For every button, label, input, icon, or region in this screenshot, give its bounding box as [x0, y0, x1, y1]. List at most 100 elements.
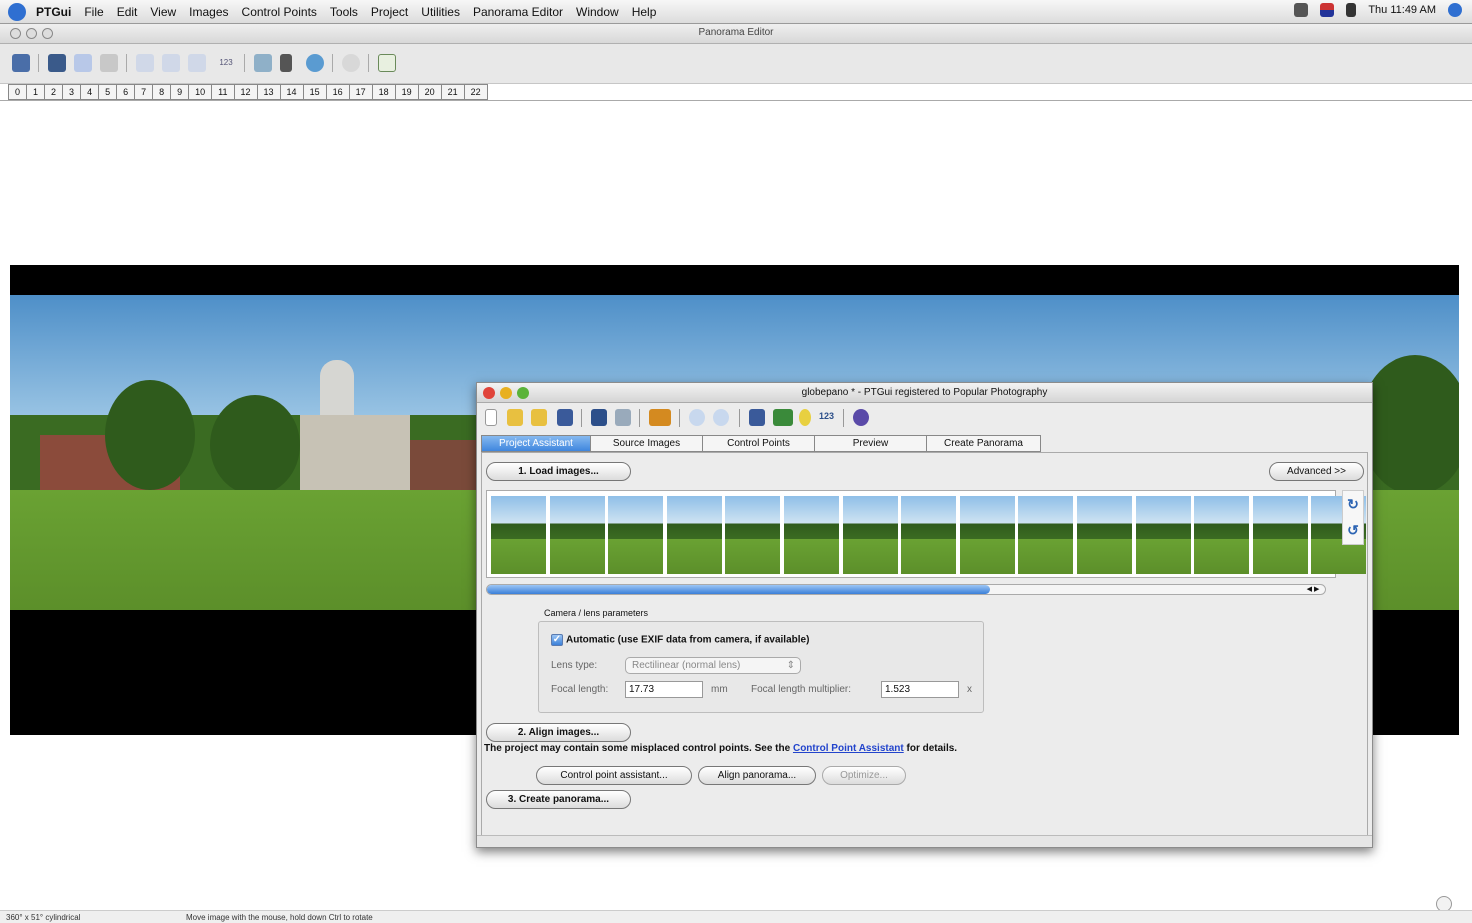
- rotate-counterclockwise-icon[interactable]: ↺: [1343, 517, 1363, 543]
- multiplier-field[interactable]: 1.523: [881, 681, 959, 698]
- grid-icon[interactable]: [100, 54, 118, 72]
- image-tab[interactable]: 18: [372, 84, 396, 100]
- image-thumbnail[interactable]: [1077, 496, 1132, 574]
- thumbnail-scrollbar[interactable]: [486, 584, 1326, 595]
- menu-project[interactable]: Project: [371, 5, 408, 19]
- menu-panorama-editor[interactable]: Panorama Editor: [473, 5, 563, 19]
- numbers-icon[interactable]: 123: [819, 411, 834, 421]
- image-thumbnail[interactable]: [901, 496, 957, 574]
- menu-view[interactable]: View: [150, 5, 176, 19]
- zoom-out-icon[interactable]: [713, 409, 729, 426]
- image-tab[interactable]: 0: [8, 84, 28, 100]
- tab-create-panorama[interactable]: Create Panorama: [927, 435, 1041, 452]
- tab-project-assistant[interactable]: Project Assistant: [481, 435, 591, 452]
- eye-icon[interactable]: [342, 54, 360, 72]
- undo-icon[interactable]: [591, 409, 607, 426]
- image-thumbnail[interactable]: [1135, 496, 1191, 574]
- menu-tools[interactable]: Tools: [330, 5, 358, 19]
- automatic-checkbox-row[interactable]: ✓ Automatic (use EXIF data from camera, i…: [551, 634, 809, 646]
- lens-type-select[interactable]: Rectilinear (normal lens) ⇕: [625, 657, 801, 674]
- layers-icon[interactable]: [48, 54, 66, 72]
- image-thumbnail-strip[interactable]: [486, 490, 1367, 578]
- image-thumbnail[interactable]: [1018, 496, 1074, 574]
- create-panorama-button[interactable]: 3. Create panorama...: [486, 790, 631, 809]
- image-tab[interactable]: 5: [99, 84, 118, 100]
- scrollbar-thumb[interactable]: [487, 585, 990, 594]
- page-icon[interactable]: [280, 54, 292, 72]
- scroll-arrows-icon[interactable]: ◀ ▶: [1300, 584, 1326, 595]
- control-point-assistant-link[interactable]: Control Point Assistant: [793, 743, 904, 754]
- image-thumbnail[interactable]: [491, 496, 546, 574]
- open-project-icon[interactable]: [507, 409, 523, 426]
- image-thumbnail[interactable]: [666, 496, 722, 574]
- image-tab[interactable]: 7: [135, 84, 154, 100]
- image-tab[interactable]: 10: [189, 84, 213, 100]
- rotate-clockwise-icon[interactable]: ↻: [1343, 491, 1363, 517]
- image-thumbnail[interactable]: [725, 496, 781, 574]
- menu-file[interactable]: File: [84, 5, 103, 19]
- new-project-icon[interactable]: [485, 409, 497, 426]
- apple-menu-icon[interactable]: [8, 2, 26, 21]
- image-tab[interactable]: 9: [171, 84, 190, 100]
- image-thumbnail[interactable]: [608, 496, 664, 574]
- redo-icon[interactable]: [615, 409, 631, 426]
- preview-icon[interactable]: [254, 54, 272, 72]
- checkbox-checked-icon[interactable]: ✓: [551, 634, 563, 646]
- align-images-button[interactable]: 2. Align images...: [486, 723, 631, 742]
- menu-utilities[interactable]: Utilities: [421, 5, 460, 19]
- image-tab[interactable]: 2: [45, 84, 64, 100]
- image-tab[interactable]: 20: [418, 84, 442, 100]
- lightbulb-icon[interactable]: [799, 409, 811, 426]
- image-tab[interactable]: 1: [27, 84, 46, 100]
- menu-help[interactable]: Help: [632, 5, 657, 19]
- display-icon[interactable]: [1294, 3, 1309, 17]
- save-icon[interactable]: [557, 409, 573, 426]
- align-panorama-button[interactable]: Align panorama...: [698, 766, 816, 785]
- image-thumbnail[interactable]: [1252, 496, 1308, 574]
- tools-icon[interactable]: [649, 409, 671, 426]
- image-tab[interactable]: 22: [464, 84, 488, 100]
- tab-preview[interactable]: Preview: [815, 435, 927, 452]
- source-images-icon[interactable]: [12, 54, 30, 72]
- flag-icon[interactable]: [1320, 3, 1335, 17]
- image-tab[interactable]: 14: [280, 84, 304, 100]
- image-tab[interactable]: 15: [303, 84, 327, 100]
- layers-outline-icon[interactable]: [74, 54, 92, 72]
- image-tab[interactable]: 4: [81, 84, 100, 100]
- zoom-in-icon[interactable]: [689, 409, 705, 426]
- menu-images[interactable]: Images: [189, 5, 228, 19]
- tab-control-points[interactable]: Control Points: [703, 435, 815, 452]
- image-thumbnail[interactable]: [549, 496, 605, 574]
- window-icon[interactable]: [378, 54, 396, 72]
- image-thumbnail[interactable]: [842, 496, 898, 574]
- spotlight-icon[interactable]: [1448, 3, 1462, 17]
- image-tab[interactable]: 11: [212, 84, 235, 100]
- straighten-icon[interactable]: [188, 54, 206, 72]
- image-tab[interactable]: 16: [326, 84, 350, 100]
- globe-icon[interactable]: [306, 54, 324, 72]
- menu-window[interactable]: Window: [576, 5, 619, 19]
- menu-control-points[interactable]: Control Points: [242, 5, 317, 19]
- user-icon[interactable]: [1346, 3, 1357, 17]
- numbers-icon[interactable]: 123: [214, 54, 238, 72]
- optimize-button[interactable]: Optimize...: [822, 766, 906, 785]
- automatic-checkbox-label[interactable]: Automatic (use EXIF data from camera, if…: [566, 635, 809, 646]
- menubar-clock[interactable]: Thu 11:49 AM: [1368, 4, 1436, 16]
- image-thumbnail[interactable]: [959, 496, 1015, 574]
- menu-edit[interactable]: Edit: [117, 5, 138, 19]
- image-thumbnail[interactable]: [1194, 496, 1250, 574]
- open-recent-icon[interactable]: [531, 409, 547, 426]
- menu-app-name[interactable]: PTGui: [36, 5, 71, 19]
- blend-icon[interactable]: [853, 409, 869, 426]
- image-tab[interactable]: 17: [349, 84, 373, 100]
- image-thumbnail[interactable]: [784, 496, 839, 574]
- table-icon[interactable]: [773, 409, 793, 426]
- image-tab[interactable]: 12: [234, 84, 258, 100]
- center-icon[interactable]: [162, 54, 180, 72]
- load-images-button[interactable]: 1. Load images...: [486, 462, 631, 481]
- image-tab[interactable]: 3: [63, 84, 82, 100]
- fit-icon[interactable]: [136, 54, 154, 72]
- focal-length-field[interactable]: 17.73: [625, 681, 703, 698]
- advanced-button[interactable]: Advanced >>: [1269, 462, 1364, 481]
- image-tab[interactable]: 21: [441, 84, 465, 100]
